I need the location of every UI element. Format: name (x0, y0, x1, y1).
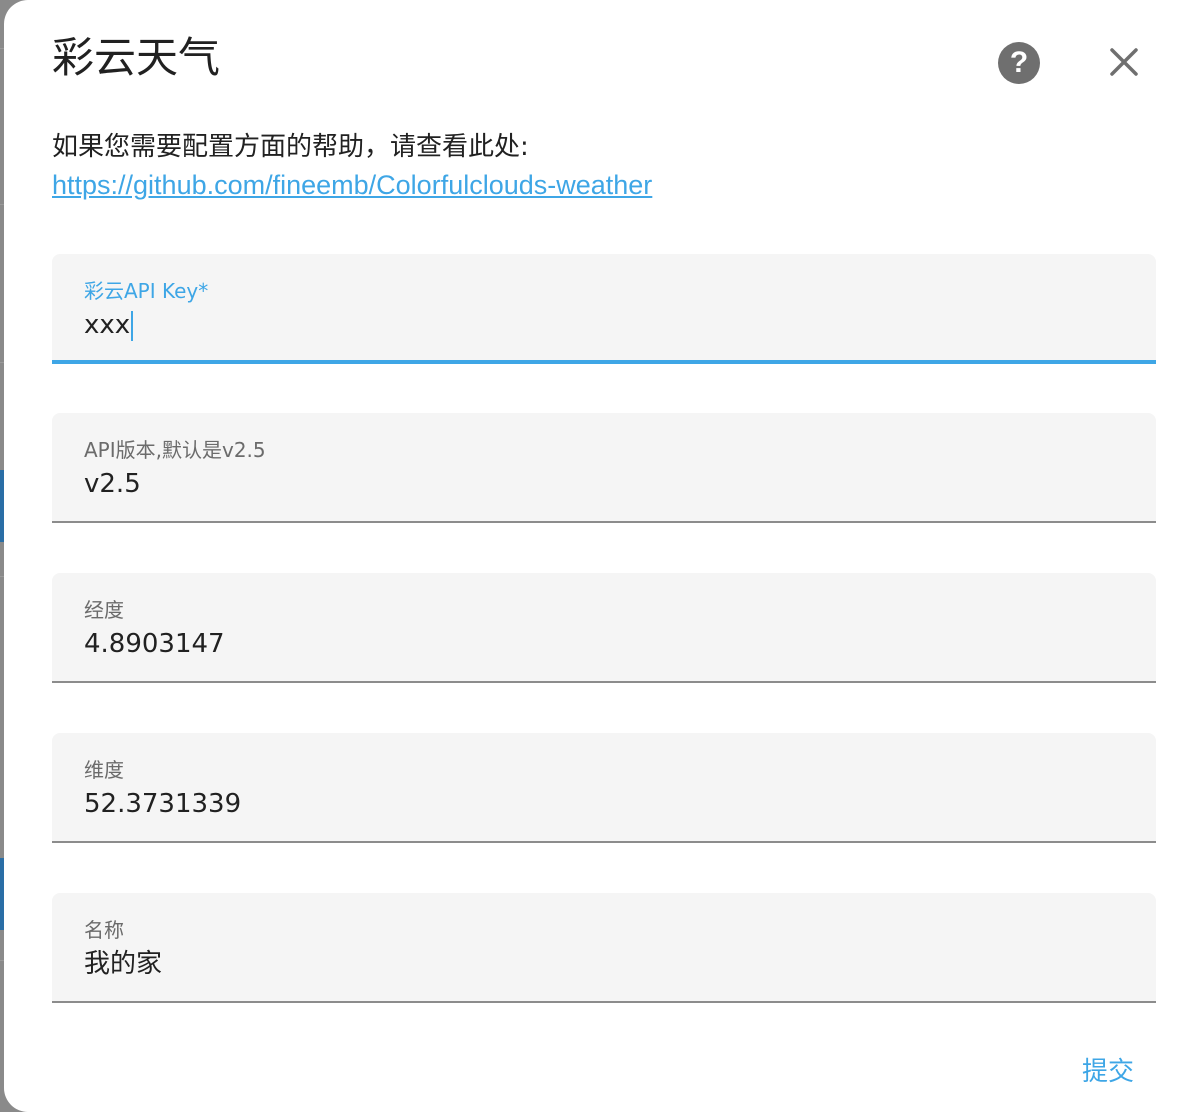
name-label: 名称 (84, 918, 124, 942)
text-cursor (131, 310, 134, 341)
dialog-description: 如果您需要配置方面的帮助，请查看此处: https://github.com/f… (52, 128, 652, 205)
name-field[interactable]: 名称 我的家 (52, 893, 1156, 1003)
description-text: 如果您需要配置方面的帮助，请查看此处: (52, 132, 529, 162)
help-button[interactable]: ? (998, 42, 1040, 84)
longitude-input[interactable]: 4.8903147 (84, 627, 225, 661)
latitude-field[interactable]: 维度 52.3731339 (52, 733, 1156, 843)
api-key-label: 彩云API Key* (84, 279, 209, 303)
config-dialog: 彩云天气 ? 如果您需要配置方面的帮助，请查看此处: https://githu… (4, 0, 1202, 1112)
api-version-input[interactable]: v2.5 (84, 467, 141, 501)
api-key-input[interactable]: xxx (84, 308, 134, 342)
dialog-title: 彩云天气 (52, 33, 221, 82)
submit-button[interactable]: 提交 (1076, 1052, 1140, 1092)
help-link[interactable]: https://github.com/fineemb/Colorfulcloud… (52, 170, 652, 200)
api-key-field[interactable]: 彩云API Key* xxx (52, 254, 1156, 364)
name-input[interactable]: 我的家 (84, 947, 162, 981)
close-icon (1110, 48, 1138, 76)
longitude-label: 经度 (84, 598, 124, 622)
api-version-field[interactable]: API版本,默认是v2.5 v2.5 (52, 413, 1156, 523)
latitude-label: 维度 (84, 758, 124, 782)
help-circle-icon: ? (1009, 46, 1029, 79)
api-version-label: API版本,默认是v2.5 (84, 438, 266, 462)
longitude-field[interactable]: 经度 4.8903147 (52, 573, 1156, 683)
api-key-value: xxx (84, 310, 131, 340)
close-button[interactable] (1102, 40, 1146, 84)
latitude-input[interactable]: 52.3731339 (84, 787, 241, 821)
